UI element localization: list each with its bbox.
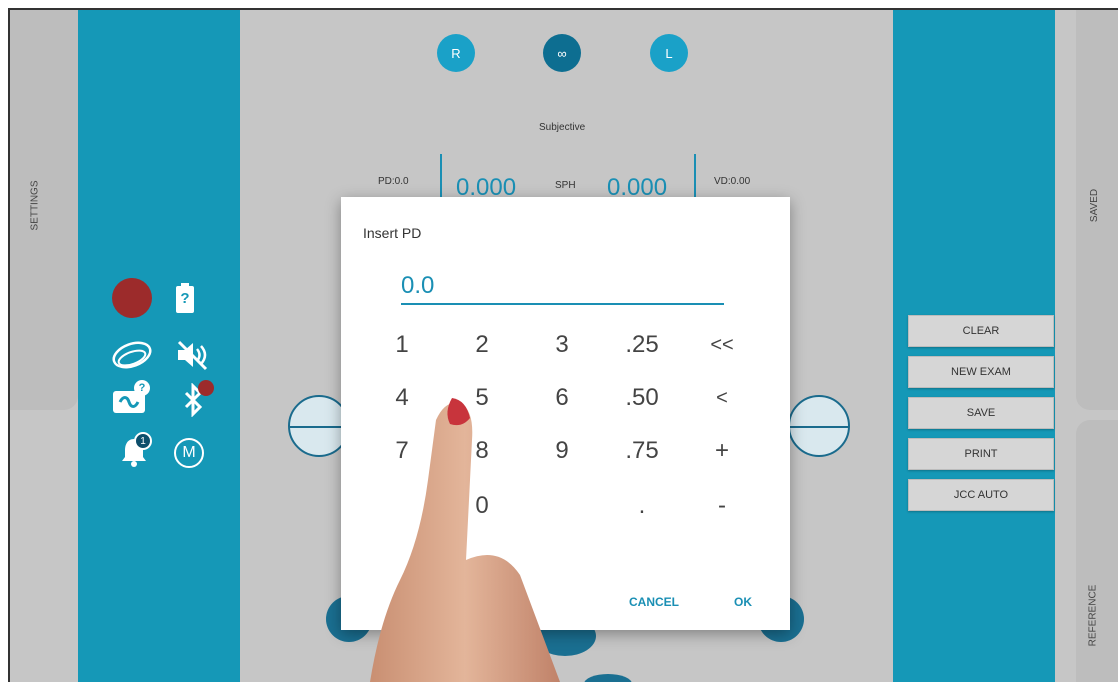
vd-label[interactable]: VD:0.00 <box>714 176 750 187</box>
volume-mute-icon[interactable] <box>174 338 210 372</box>
save-button-label: SAVE <box>966 407 996 419</box>
saved-tab-label: SAVED <box>1089 188 1101 223</box>
bell-icon[interactable]: 1 <box>114 432 154 472</box>
key-3[interactable]: 3 <box>532 323 592 367</box>
pd-input[interactable] <box>401 269 724 305</box>
key-half[interactable]: .50 <box>612 376 672 420</box>
clear-button[interactable]: CLEAR <box>908 315 1054 347</box>
new-exam-button-label: NEW EXAM <box>951 366 1011 378</box>
settings-tab[interactable]: SETTINGS <box>10 10 78 410</box>
manual-mode-label: M <box>182 444 196 461</box>
saved-tab[interactable]: SAVED <box>1076 10 1118 410</box>
exam-mode-label: Subjective <box>539 122 586 133</box>
key-decimal[interactable]: . <box>612 484 672 528</box>
record-dot-icon[interactable] <box>112 278 152 318</box>
battery-symbol: ? <box>180 290 190 307</box>
jcc-auto-button[interactable]: JCC AUTO <box>908 479 1054 511</box>
key-2[interactable]: 2 <box>452 323 512 367</box>
cancel-button[interactable]: CANCEL <box>629 595 679 609</box>
ok-button[interactable]: OK <box>734 595 752 609</box>
left-eye-label: L <box>665 45 673 61</box>
key-9[interactable]: 9 <box>532 429 592 473</box>
battery-unknown-icon: ? <box>174 282 196 314</box>
key-quarter[interactable]: .25 <box>612 323 672 367</box>
lens-icon <box>110 340 154 370</box>
pd-label[interactable]: PD:0.0 <box>378 176 409 187</box>
key-7[interactable]: 7 <box>372 429 432 473</box>
new-exam-button[interactable]: NEW EXAM <box>908 356 1054 388</box>
both-eyes-button[interactable]: ∞ <box>543 34 581 72</box>
left-eye-button[interactable]: L <box>650 34 688 72</box>
key-6[interactable]: 6 <box>532 376 592 420</box>
key-8[interactable]: 8 <box>452 429 512 473</box>
key-plus[interactable]: + <box>692 429 752 473</box>
manual-mode-icon[interactable]: M <box>174 438 204 468</box>
print-button-label: PRINT <box>964 448 998 460</box>
reference-tab-label: REFERENCE <box>1087 584 1099 647</box>
bluetooth-alert-dot <box>198 380 214 396</box>
left-panel <box>78 10 240 682</box>
jcc-auto-button-label: JCC AUTO <box>953 489 1009 501</box>
clear-button-label: CLEAR <box>962 325 1000 337</box>
dialog-title: Insert PD <box>363 225 422 241</box>
save-button[interactable]: SAVE <box>908 397 1054 429</box>
key-0[interactable]: 0 <box>452 484 512 528</box>
key-three-quarter[interactable]: .75 <box>612 429 672 473</box>
camera-badge: ? <box>134 380 150 396</box>
bluetooth-icon[interactable] <box>174 380 214 420</box>
key-backspace[interactable]: < <box>692 376 752 420</box>
left-axis-dial[interactable] <box>788 395 850 457</box>
key-1[interactable]: 1 <box>372 323 432 367</box>
reference-tab[interactable]: REFERENCE <box>1076 420 1118 682</box>
key-clear-all[interactable]: << <box>692 323 752 367</box>
sph-label: SPH <box>555 180 576 191</box>
insert-pd-dialog: Insert PD 1 2 3 .25 << 4 5 6 .50 < 7 8 9… <box>341 197 790 630</box>
settings-tab-label: SETTINGS <box>29 180 41 231</box>
camera-icon[interactable]: ? <box>110 380 154 416</box>
right-eye-label: R <box>451 45 461 61</box>
key-4[interactable]: 4 <box>372 376 432 420</box>
both-eyes-label: ∞ <box>557 45 567 61</box>
bell-badge: 1 <box>134 432 152 450</box>
print-button[interactable]: PRINT <box>908 438 1054 470</box>
key-minus[interactable]: - <box>692 484 752 528</box>
right-eye-button[interactable]: R <box>437 34 475 72</box>
key-5[interactable]: 5 <box>452 376 512 420</box>
bottom-lower-control[interactable] <box>584 674 632 682</box>
